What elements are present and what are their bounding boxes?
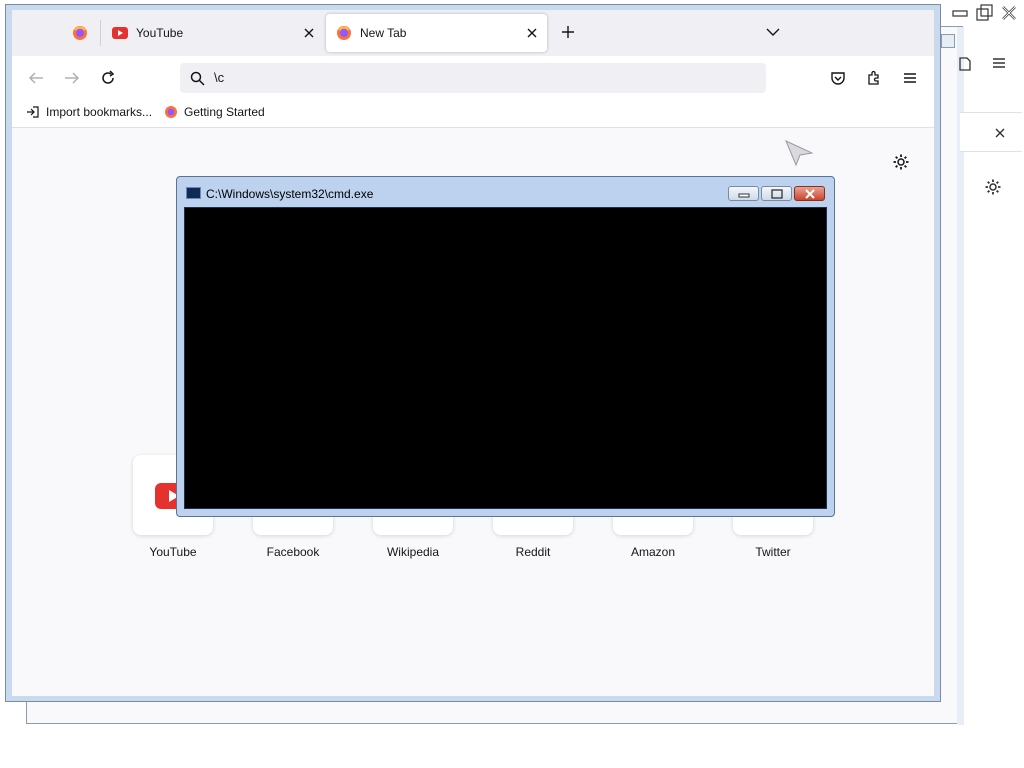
- menu-icon[interactable]: [991, 56, 1007, 73]
- firefox-icon: [73, 26, 87, 40]
- gear-icon[interactable]: [892, 153, 910, 174]
- close-icon[interactable]: [994, 127, 1006, 139]
- pocket-button[interactable]: [826, 66, 850, 90]
- forward-button[interactable]: [60, 66, 84, 90]
- bookmark-getting-started[interactable]: Getting Started: [164, 105, 265, 119]
- cmd-window[interactable]: C:\Windows\system32\cmd.exe: [176, 176, 835, 517]
- gear-icon[interactable]: [984, 178, 1002, 199]
- list-all-tabs-button[interactable]: [766, 26, 780, 40]
- pocket-icon: [831, 72, 845, 85]
- shortcut-label[interactable]: Amazon: [593, 545, 713, 559]
- shortcut-label[interactable]: Facebook: [233, 545, 353, 559]
- navigation-toolbar: \c: [12, 56, 934, 100]
- bookmark-import[interactable]: Import bookmarks...: [26, 105, 152, 119]
- bookmark-label: Getting Started: [184, 105, 265, 119]
- extensions-button[interactable]: [862, 66, 886, 90]
- address-bar-text[interactable]: \c: [214, 70, 224, 85]
- minimize-icon: [952, 10, 968, 17]
- new-tab-button[interactable]: [560, 24, 576, 43]
- maximize-button[interactable]: [761, 186, 792, 201]
- restore-small-button[interactable]: [941, 34, 955, 48]
- shortcut-label[interactable]: Reddit: [473, 545, 593, 559]
- pointer-cursor-icon: [784, 139, 814, 170]
- close-button[interactable]: [794, 186, 825, 201]
- firefox-icon: [165, 106, 177, 118]
- firefox-icon: [337, 26, 351, 40]
- close-icon[interactable]: [302, 26, 316, 40]
- import-icon: [27, 106, 39, 118]
- tab-strip: YouTube New Tab: [12, 10, 934, 56]
- app-menu-button[interactable]: [898, 66, 922, 90]
- restore-button[interactable]: [974, 4, 994, 22]
- cmd-console-area[interactable]: [184, 207, 827, 509]
- minimize-button[interactable]: [728, 186, 759, 201]
- tab-new-tab[interactable]: New Tab: [326, 14, 547, 52]
- address-bar[interactable]: \c: [180, 63, 766, 93]
- forward-icon: [65, 72, 80, 84]
- tab-title: YouTube: [136, 26, 184, 40]
- shortcut-label[interactable]: Wikipedia: [353, 545, 473, 559]
- bookmark-label: Import bookmarks...: [46, 105, 153, 119]
- tab-firefox-view[interactable]: [62, 14, 98, 52]
- reload-button[interactable]: [96, 66, 120, 90]
- back-icon: [28, 72, 43, 84]
- tab-youtube[interactable]: YouTube: [102, 14, 324, 52]
- cmd-window-title: C:\Windows\system32\cmd.exe: [206, 187, 374, 201]
- restore-icon: [770, 188, 783, 199]
- extensions-icon: [868, 70, 879, 85]
- shortcut-label[interactable]: YouTube: [113, 545, 233, 559]
- minimize-icon: [738, 193, 749, 197]
- reload-icon: [102, 70, 115, 84]
- minimize-button[interactable]: [950, 4, 970, 22]
- background-notification-bar: [960, 112, 1022, 152]
- close-icon[interactable]: [525, 26, 539, 40]
- restore-icon: [976, 4, 993, 21]
- close-button[interactable]: [999, 4, 1019, 22]
- close-icon: [804, 188, 815, 199]
- menu-icon: [904, 73, 916, 83]
- search-icon: [190, 71, 205, 86]
- shortcut-label[interactable]: Twitter: [713, 545, 833, 559]
- background-window-caption: [948, 2, 1024, 26]
- back-button[interactable]: [24, 66, 48, 90]
- cmd-icon: [186, 187, 201, 199]
- tab-separator: [100, 20, 101, 46]
- bookmarks-toolbar: Import bookmarks... Getting Started: [12, 100, 934, 128]
- close-icon: [1002, 6, 1016, 20]
- cmd-caption-buttons: [728, 186, 825, 201]
- chevron-down-icon: [766, 28, 780, 36]
- bookmark-page-icon[interactable]: [958, 56, 972, 75]
- youtube-icon: [112, 27, 128, 39]
- tab-title: New Tab: [360, 26, 407, 40]
- plus-icon: [562, 26, 574, 38]
